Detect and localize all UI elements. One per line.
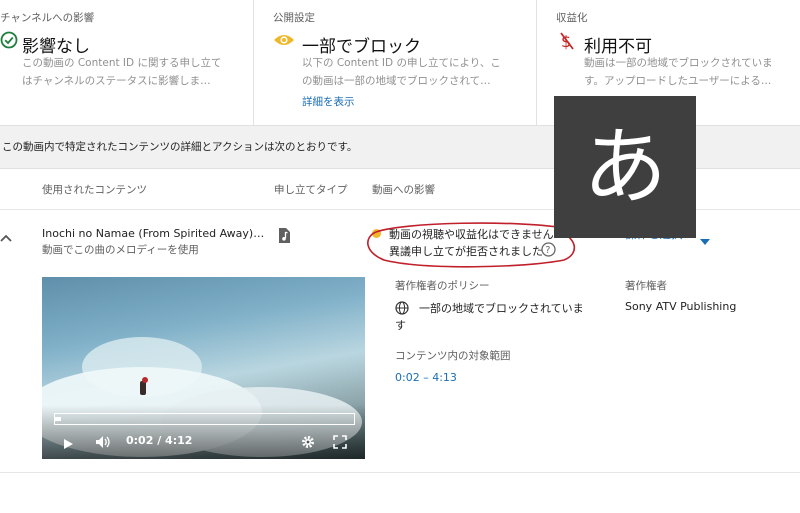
visibility-desc-line2: の動画は一部の地域でブロックされて… [302, 75, 491, 87]
policy-value-line2: す [395, 319, 406, 332]
globe-icon [395, 300, 409, 315]
claim-subtitle: 動画でこの曲のメロディーを使用 [42, 244, 199, 256]
range-label: コンテンツ内の対象範囲 [395, 350, 511, 362]
range-value-link[interactable]: 0:02 – 4:13 [395, 371, 457, 384]
monetization-desc: 動画は一部の地域でブロックされていま す。アップロードしたユーザーによる… [584, 54, 800, 90]
fullscreen-icon[interactable] [333, 434, 347, 449]
play-icon[interactable] [62, 435, 74, 449]
claim-title: Inochi no Namae (From Spirited Away)… [42, 227, 265, 240]
music-note-icon [277, 227, 291, 244]
collapse-chevron-icon[interactable] [0, 228, 12, 242]
no-monetization-icon: $ [560, 31, 574, 51]
column-header-content: 使用されたコンテンツ [42, 184, 147, 196]
channel-impact-desc: この動画の Content ID に関する申し立て はチャンネルのステータスに影… [22, 54, 252, 90]
eye-icon [273, 32, 295, 48]
channel-impact-desc-line2: はチャンネルのステータスに影響しま… [22, 75, 211, 87]
gear-icon[interactable] [301, 434, 315, 448]
channel-impact-title: チャンネルへの影響 [0, 12, 95, 24]
video-player[interactable]: 0:02 / 4:12 [42, 277, 365, 459]
video-figure-hat [142, 377, 148, 383]
caret-down-icon[interactable] [700, 230, 710, 245]
annotation-circle [364, 222, 580, 270]
time-display: 0:02 / 4:12 [126, 434, 193, 447]
check-circle-icon [0, 31, 18, 49]
info-band-text: この動画内で特定されたコンテンツの詳細とアクションは次のとおりです。 [2, 141, 358, 153]
volume-icon[interactable] [95, 434, 111, 448]
monetization-desc-line2: す。アップロードしたユーザーによる… [584, 75, 772, 87]
video-figure [140, 381, 146, 395]
visibility-desc-line1: 以下の Content ID の申し立てにより、こ [302, 57, 501, 69]
divider [253, 0, 254, 125]
policy-value-line1: 一部の地域でブロックされていま [419, 302, 584, 315]
overlay-glyph: あ [554, 96, 696, 238]
channel-impact-desc-line1: この動画の Content ID に関する申し立て [22, 57, 222, 69]
divider [0, 472, 800, 473]
show-details-link[interactable]: 詳細を表示 [302, 94, 355, 109]
monetization-desc-line1: 動画は一部の地域でブロックされていま [584, 57, 773, 69]
monetization-title: 収益化 [556, 12, 588, 24]
column-header-impact: 動画への影響 [372, 184, 435, 196]
divider [536, 0, 537, 125]
progress-bar[interactable] [54, 413, 355, 425]
visibility-desc: 以下の Content ID の申し立てにより、こ の動画は一部の地域でブロック… [302, 54, 532, 90]
policy-label: 著作権者のポリシー [395, 280, 490, 292]
owner-label: 著作権者 [625, 280, 667, 292]
progress-fill [55, 417, 61, 421]
column-header-claim-type: 申し立てタイプ [274, 184, 348, 196]
visibility-title: 公開設定 [273, 12, 315, 24]
owner-value: Sony ATV Publishing [625, 300, 737, 313]
